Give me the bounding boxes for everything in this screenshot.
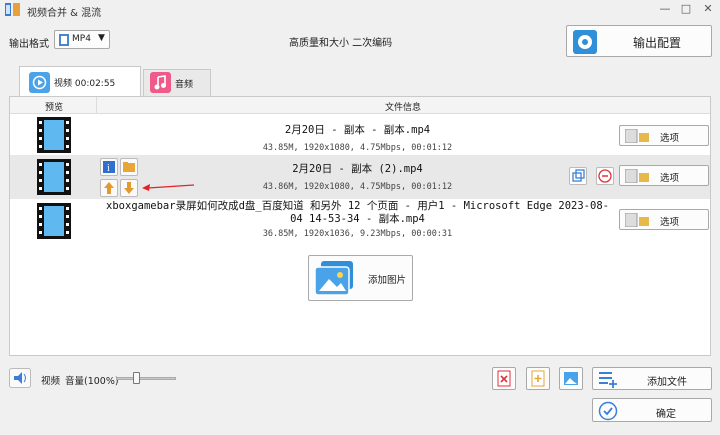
file-list: 预览 文件信息 2月20日 - 副本 - 副本.mp4 43.85M, 1920…: [9, 96, 711, 356]
output-format-value: MP4: [72, 34, 91, 44]
tab-audio-label: 音频: [175, 80, 194, 90]
options-button[interactable]: 选项: [619, 165, 709, 186]
minimize-button[interactable]: —: [658, 2, 672, 16]
confirm-label: 确定: [656, 409, 676, 420]
remove-button[interactable]: [596, 167, 614, 185]
close-button[interactable]: ✕: [701, 2, 715, 16]
table-row[interactable]: 2月20日 - 副本 - 副本.mp4 43.85M, 1920x1080, 4…: [10, 115, 710, 155]
tab-audio[interactable]: 音频: [143, 69, 211, 96]
file-name: 2月20日 - 副本 - 副本.mp4: [284, 124, 431, 136]
table-header: 预览 文件信息: [10, 97, 710, 114]
picture-icon: [315, 261, 353, 296]
options-label: 选项: [660, 133, 680, 144]
volume-slider-thumb[interactable]: [132, 372, 140, 384]
settings-icon: [625, 169, 649, 183]
add-image-button[interactable]: [559, 367, 583, 390]
gear-icon: [573, 30, 597, 54]
output-format-label: 输出格式: [9, 39, 49, 50]
options-label: 选项: [660, 217, 680, 228]
confirm-button[interactable]: 确定: [592, 398, 712, 422]
table-row-selected[interactable]: i 2月20日 - 副本 (2).mp4 43.86M, 1920x1080, …: [10, 155, 710, 199]
add-file-button[interactable]: 添加文件: [592, 367, 712, 390]
col-preview: 预览: [45, 103, 64, 113]
maximize-button[interactable]: □: [679, 2, 693, 16]
file-meta: 43.85M, 1920x1080, 4.75Mbps, 00:01:12: [262, 143, 453, 153]
film-icon: [37, 117, 71, 153]
file-name: 2月20日 - 副本 (2).mp4: [292, 163, 423, 175]
app-logo-icon: [5, 3, 20, 16]
add-picture-label: 添加图片: [368, 275, 407, 286]
volume-slider[interactable]: [116, 377, 176, 380]
add-file-icon: [531, 370, 545, 387]
file-meta: 43.86M, 1920x1080, 4.75Mbps, 00:01:12: [262, 182, 453, 192]
film-icon: [37, 203, 71, 239]
divider: [96, 97, 97, 114]
options-label: 选项: [660, 173, 680, 184]
table-row[interactable]: xboxgamebar录屏如何改成d盘_百度知道 和另外 12 个页面 - 用户…: [10, 199, 710, 243]
add-folder-button[interactable]: [526, 367, 550, 390]
add-file-label: 添加文件: [647, 377, 687, 388]
options-button[interactable]: 选项: [619, 209, 709, 230]
window-title: 视频合并 & 混流: [27, 8, 102, 19]
video-file-icon: [59, 34, 69, 46]
speaker-icon[interactable]: [9, 368, 31, 388]
delete-file-icon: [497, 370, 511, 387]
file-meta: 36.85M, 1920x1036, 9.23Mbps, 00:00:31: [262, 229, 453, 239]
music-note-icon: [150, 72, 171, 93]
copy-icon: [572, 169, 585, 182]
check-circle-icon: [598, 401, 618, 421]
settings-icon: [625, 213, 649, 227]
output-config-label: 输出配置: [633, 36, 682, 50]
settings-icon: [625, 129, 649, 143]
output-format-select[interactable]: MP4 ▼: [54, 30, 110, 49]
options-button[interactable]: 选项: [619, 125, 709, 146]
add-list-icon: [599, 372, 617, 388]
quality-text: 高质量和大小 二次编码: [289, 38, 393, 49]
volume-label: 音量(100%): [65, 376, 119, 387]
video-label: 视频: [41, 376, 61, 387]
play-icon: [29, 72, 50, 93]
output-config-button[interactable]: 输出配置: [566, 25, 712, 57]
film-icon: [37, 159, 71, 195]
copy-button[interactable]: [569, 167, 587, 185]
minus-circle-icon: [598, 169, 612, 183]
tab-video[interactable]: 视频 00:02:55: [19, 66, 141, 97]
title-bar: [0, 0, 720, 20]
chevron-down-icon: ▼: [98, 33, 105, 43]
clear-list-button[interactable]: [492, 367, 516, 390]
tab-video-label: 视频 00:02:55: [54, 79, 116, 89]
col-info: 文件信息: [385, 103, 422, 113]
image-icon: [564, 372, 578, 385]
add-picture-button[interactable]: 添加图片: [308, 255, 413, 301]
file-name: xboxgamebar录屏如何改成d盘_百度知道 和另外 12 个页面 - 用户…: [106, 200, 609, 225]
